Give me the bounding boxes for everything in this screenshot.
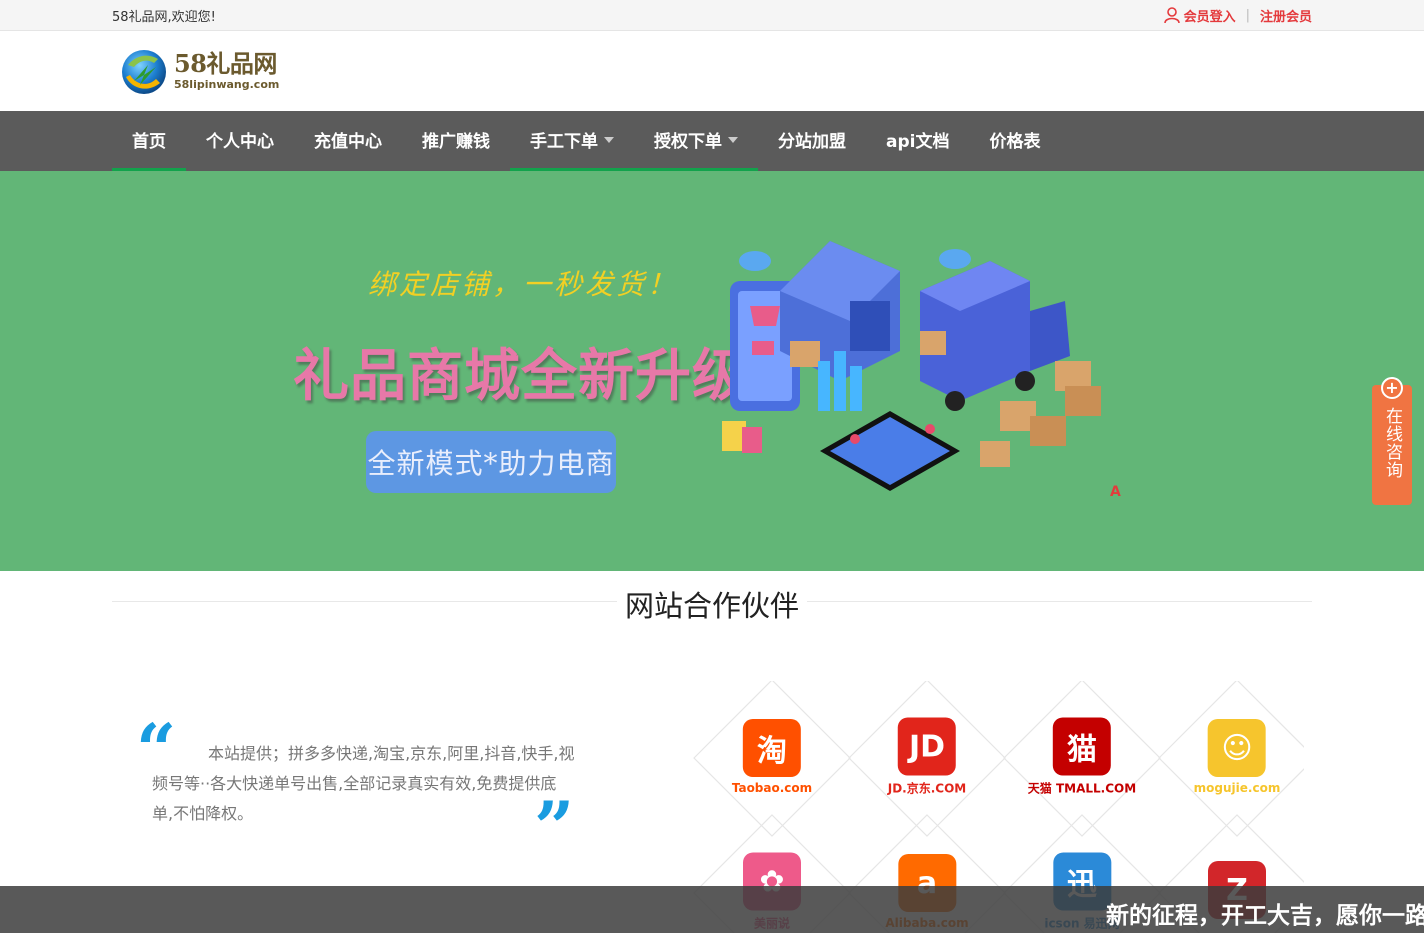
partner-logo-mark: 猫天猫 TMALL.COM	[1027, 717, 1137, 797]
caret-down-icon	[728, 136, 738, 143]
logo-main-text: 58礼品网	[174, 49, 277, 78]
plus-icon: +	[1381, 377, 1403, 399]
nav-item-label: 授权下单	[654, 132, 722, 152]
online-consult-label: 在线咨询	[1382, 407, 1402, 479]
login-label: 会员登入	[1183, 9, 1236, 25]
nav-item-2[interactable]: 充值中心	[294, 111, 402, 171]
logo-text: 58礼品网 58lipinwang.com	[174, 49, 280, 91]
ticker-text: 新的征程，开工大吉，愿你一路	[1106, 903, 1424, 929]
banner-mark: A	[1110, 484, 1121, 500]
map-icon	[820, 411, 960, 491]
register-link[interactable]: 注册会员	[1260, 6, 1312, 25]
nav-item-label: 价格表	[989, 132, 1041, 152]
partner-logo-mark: 淘 Taobao.com	[732, 719, 812, 795]
login-link[interactable]: 会员登入	[1163, 6, 1236, 25]
partner-logo[interactable]: JD JD.京东.COM	[849, 679, 1005, 835]
partners-heading: 网站合作伙伴	[112, 571, 1312, 631]
partner-logo-icon: JD	[898, 717, 956, 776]
partner-logo[interactable]: 猫天猫 TMALL.COM	[1004, 679, 1160, 835]
banner-slogan: 绑定店铺，一秒发货！	[368, 268, 679, 301]
partner-logo-icon: ☺	[1207, 719, 1266, 777]
account-links: 会员登入 | 注册会员	[1163, 6, 1312, 25]
intro-text: 本站提供；拼多多快递,淘宝,京东,阿里,抖音,快手,视频号等··各大快递单号出售…	[152, 744, 575, 823]
nav-item-label: 推广赚钱	[422, 132, 490, 152]
partner-logo-name: mogujie.com	[1193, 781, 1281, 795]
intro-quote: “ 本站提供；拼多多快递,淘宝,京东,阿里,抖音,快手,视频号等··各大快递单号…	[136, 715, 576, 863]
news-ticker: 新的征程，开工大吉，愿你一路	[0, 886, 1424, 933]
top-bar: 58礼品网,欢迎您! 会员登入 | 注册会员	[0, 0, 1424, 31]
partner-logo-name: Taobao.com	[731, 781, 813, 795]
partner-logo-icon: 淘	[743, 719, 801, 777]
nav-item-5[interactable]: 授权下单	[634, 111, 758, 171]
partners-title: 网站合作伙伴	[616, 583, 808, 625]
welcome-text: 58礼品网,欢迎您!	[112, 9, 216, 25]
hero-banner[interactable]: 绑定店铺，一秒发货！ 礼品商城全新升级 全新模式*助力电商 A	[0, 171, 1424, 571]
main-nav: 首页 个人中心 充值中心 推广赚钱 手工下单 授权下单 分站加盟 api文档 价格表	[0, 111, 1424, 171]
nav-item-label: 个人中心	[206, 132, 274, 152]
user-icon	[1163, 7, 1180, 24]
banner-cta: 全新模式*助力电商	[366, 431, 616, 493]
header: 58礼品网 58lipinwang.com	[0, 31, 1424, 111]
close-quote-icon: ”	[534, 786, 575, 869]
nav-item-7[interactable]: api文档	[866, 111, 969, 171]
nav-item-3[interactable]: 推广赚钱	[402, 111, 510, 171]
partner-logo[interactable]: 淘 Taobao.com	[694, 679, 850, 835]
partner-logo-mark: ☺ mogujie.com	[1193, 719, 1281, 795]
online-consult-tab[interactable]: + 在线咨询	[1372, 377, 1412, 505]
nav-item-6[interactable]: 分站加盟	[758, 111, 866, 171]
partner-logo-name: 天猫 TMALL.COM	[1027, 781, 1137, 796]
partner-logo[interactable]: ☺ mogujie.com	[1159, 679, 1315, 835]
open-quote-icon: “	[136, 708, 177, 791]
partner-logo-name: JD.京东.COM	[887, 781, 967, 796]
site-logo[interactable]: 58礼品网 58lipinwang.com	[118, 45, 279, 97]
nav-item-8[interactable]: 价格表	[969, 111, 1060, 171]
link-separator: |	[1245, 7, 1250, 23]
shopping-bag-icon	[722, 421, 762, 453]
partner-logo-icon: 猫	[1053, 717, 1111, 776]
caret-down-icon	[604, 136, 614, 143]
ecommerce-illustration	[722, 241, 1101, 491]
nav-item-1[interactable]: 个人中心	[186, 111, 294, 171]
nav-item-label: 首页	[132, 132, 166, 152]
nav-item-label: api文档	[886, 132, 950, 152]
partner-logo-mark: JD JD.京东.COM	[887, 717, 967, 797]
nav-item-label: 分站加盟	[778, 132, 846, 152]
nav-item-0[interactable]: 首页	[112, 111, 186, 171]
nav-item-4[interactable]: 手工下单	[510, 111, 634, 171]
globe-logo-icon	[122, 50, 166, 94]
nav-item-label: 充值中心	[314, 132, 382, 152]
banner-headline: 礼品商城全新升级	[293, 343, 749, 409]
logo-sub-text: 58lipinwang.com	[174, 78, 280, 91]
nav-item-label: 手工下单	[530, 132, 598, 152]
